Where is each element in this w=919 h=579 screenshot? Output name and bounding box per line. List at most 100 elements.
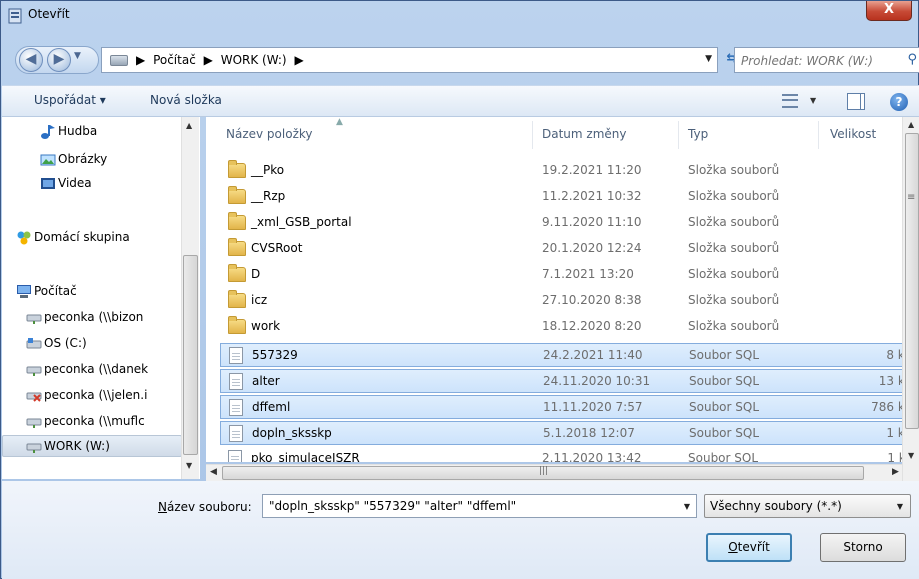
filename-dropdown-icon[interactable]: ▼ [684, 502, 690, 511]
scroll-left-icon[interactable]: ◀ [210, 467, 217, 477]
scroll-down-icon[interactable]: ▼ [908, 451, 914, 460]
file-row[interactable]: pko_simulaceISZR 2.11.2020 13:42 Soubor SQ… [220, 447, 919, 462]
file-row[interactable]: CVSRoot 20.1.2020 12:24 Složka souborů [220, 237, 919, 261]
file-date: 27.10.2020 8:38 [542, 293, 642, 307]
preview-pane-icon[interactable] [847, 93, 865, 110]
nav-item-label: Obrázky [58, 152, 108, 166]
scroll-up-icon[interactable]: ▲ [908, 120, 914, 129]
nav-item-label: Počítač [34, 284, 77, 298]
folder-icon [228, 316, 246, 334]
file-name: icz [251, 293, 268, 307]
cancel-button[interactable]: Storno [820, 533, 906, 562]
horizontal-scrollbar[interactable]: ◀ ||| ▶ [206, 464, 902, 481]
file-name: CVSRoot [251, 241, 303, 255]
vertical-scrollbar[interactable]: ▲ ≡ ▼ [902, 117, 919, 481]
scroll-right-icon[interactable]: ▶ [892, 467, 899, 477]
open-button-accesskey: O [728, 540, 738, 554]
file-row[interactable]: 557329 24.2.2021 11:40 Soubor SQL 8 kB [220, 343, 919, 367]
nav-item-work-drive[interactable]: WORK (W:) [2, 435, 182, 457]
breadcrumb-separator[interactable]: ▶ [204, 53, 213, 67]
nav-item-local-drive-c[interactable]: OS (C:) [2, 333, 182, 355]
nav-item-network-drive-bizon[interactable]: peconka (\\bizon [2, 307, 182, 329]
column-header-type[interactable]: Typ [688, 127, 708, 141]
nav-item-label: peconka (\\danek [44, 362, 149, 376]
forward-button[interactable]: ▶ [47, 48, 71, 72]
view-options-icon[interactable] [782, 94, 798, 108]
file-type-select[interactable]: Všechny soubory (*.*) ▼ [704, 494, 911, 518]
file-type: Soubor SQL [689, 400, 760, 414]
chevron-down-icon: ▼ [896, 502, 903, 511]
title-bar[interactable]: Otevřít X [1, 1, 918, 39]
nav-item-network-drive-jelen[interactable]: peconka (\\jelen.i [2, 385, 182, 407]
nav-item-network-drive-danek[interactable]: peconka (\\danek [2, 359, 182, 381]
scroll-up-icon[interactable]: ▲ [186, 121, 192, 130]
file-type: Složka souborů [688, 267, 780, 281]
file-row[interactable]: work 18.12.2020 8:20 Složka souborů [220, 315, 919, 339]
nav-item-videos[interactable]: Videa [2, 173, 182, 195]
music-icon [41, 125, 55, 139]
folder-icon [228, 290, 246, 308]
view-dropdown-icon[interactable]: ▼ [810, 96, 816, 105]
file-name: dopln_sksskp [252, 426, 332, 440]
arrow-left-icon: ◀ [25, 51, 37, 67]
file-row[interactable]: __Pko 19.2.2021 11:20 Složka souborů [220, 159, 919, 183]
close-button[interactable]: X [866, 1, 912, 21]
navigation-pane[interactable]: Hudba Obrázky Videa Domácí skupina Počít… [2, 117, 200, 479]
file-row[interactable]: icz 27.10.2020 8:38 Složka souborů [220, 289, 919, 313]
column-divider[interactable] [818, 121, 819, 149]
file-date: 11.2.2021 10:32 [542, 189, 642, 203]
filename-input[interactable]: "dopln_sksskp" "557329" "alter" "dffeml"… [262, 494, 697, 518]
file-row[interactable]: alter 24.11.2020 10:31 Soubor SQL 13 kB [220, 369, 919, 393]
file-row[interactable]: __Rzp 11.2.2021 10:32 Složka souborů [220, 185, 919, 209]
window-title: Otevřít [28, 7, 70, 21]
file-row[interactable]: D 7.1.2021 13:20 Složka souborů [220, 263, 919, 287]
open-button[interactable]: Otevřít [706, 533, 792, 562]
navigation-scrollbar[interactable]: ▲ ▼ [181, 117, 199, 479]
breadcrumb-work-drive[interactable]: WORK (W:) [221, 53, 287, 67]
address-bar[interactable]: ▶ Počítač ▶ WORK (W:) ▶ ▼ [101, 47, 718, 73]
help-icon[interactable]: ? [890, 93, 908, 111]
nav-item-label: peconka (\\jelen.i [44, 388, 148, 402]
nav-item-pictures[interactable]: Obrázky [2, 149, 182, 171]
scrollbar-thumb[interactable] [183, 255, 198, 455]
scrollbar-thumb[interactable]: ||| [222, 466, 864, 480]
scroll-down-icon[interactable]: ▼ [186, 461, 192, 470]
recent-pages-dropdown-icon[interactable]: ▼ [74, 51, 81, 61]
nav-item-network-drive-muflc[interactable]: peconka (\\muflc [2, 411, 182, 433]
column-header-size[interactable]: Velikost [830, 127, 876, 141]
new-folder-button[interactable]: Nová složka [150, 93, 222, 107]
search-box[interactable]: ⚲ [734, 47, 919, 73]
address-dropdown-icon[interactable]: ▼ [705, 54, 712, 64]
search-icon[interactable]: ⚲ [907, 52, 917, 67]
file-row[interactable]: dffeml 11.11.2020 7:57 Soubor SQL 786 kB [220, 395, 919, 419]
column-header-name[interactable]: Název položky [226, 127, 312, 141]
search-input[interactable] [741, 52, 891, 70]
breadcrumb-separator[interactable]: ▶ [294, 53, 303, 67]
folder-icon [228, 264, 246, 282]
grip-icon: ≡ [907, 192, 916, 203]
nav-item-music[interactable]: Hudba [2, 121, 182, 143]
file-date: 20.1.2020 12:24 [542, 241, 642, 255]
column-header-date[interactable]: Datum změny [542, 127, 627, 141]
file-list[interactable]: ▲ Název položky Datum změny Typ Velikost… [206, 117, 919, 462]
file-date: 2.11.2020 13:42 [542, 451, 642, 462]
back-button[interactable]: ◀ [19, 48, 43, 72]
folder-icon [228, 238, 246, 256]
file-name: 557329 [252, 348, 298, 362]
breadcrumb-separator[interactable]: ▶ [136, 53, 145, 67]
document-icon [229, 347, 243, 364]
organize-button[interactable]: Uspořádat ▾ [34, 93, 106, 107]
file-date: 9.11.2020 11:10 [542, 215, 642, 229]
nav-item-homegroup[interactable]: Domácí skupina [2, 227, 182, 249]
network-drive-icon [26, 366, 42, 376]
file-row[interactable]: dopln_sksskp 5.1.2018 12:07 Soubor SQL 1 kB [220, 421, 919, 445]
scrollbar-thumb[interactable]: ≡ [905, 133, 919, 429]
nav-item-computer[interactable]: Počítač [2, 281, 182, 303]
document-icon [228, 450, 242, 462]
column-divider[interactable] [532, 121, 533, 149]
file-row[interactable]: _xml_GSB_portal 9.11.2020 11:10 Složka sou… [220, 211, 919, 235]
breadcrumb-computer[interactable]: Počítač [153, 53, 196, 67]
file-name: dffeml [252, 400, 291, 414]
command-bar: Uspořádat ▾ Nová složka ▼ ? [2, 85, 919, 117]
column-divider[interactable] [678, 121, 679, 149]
